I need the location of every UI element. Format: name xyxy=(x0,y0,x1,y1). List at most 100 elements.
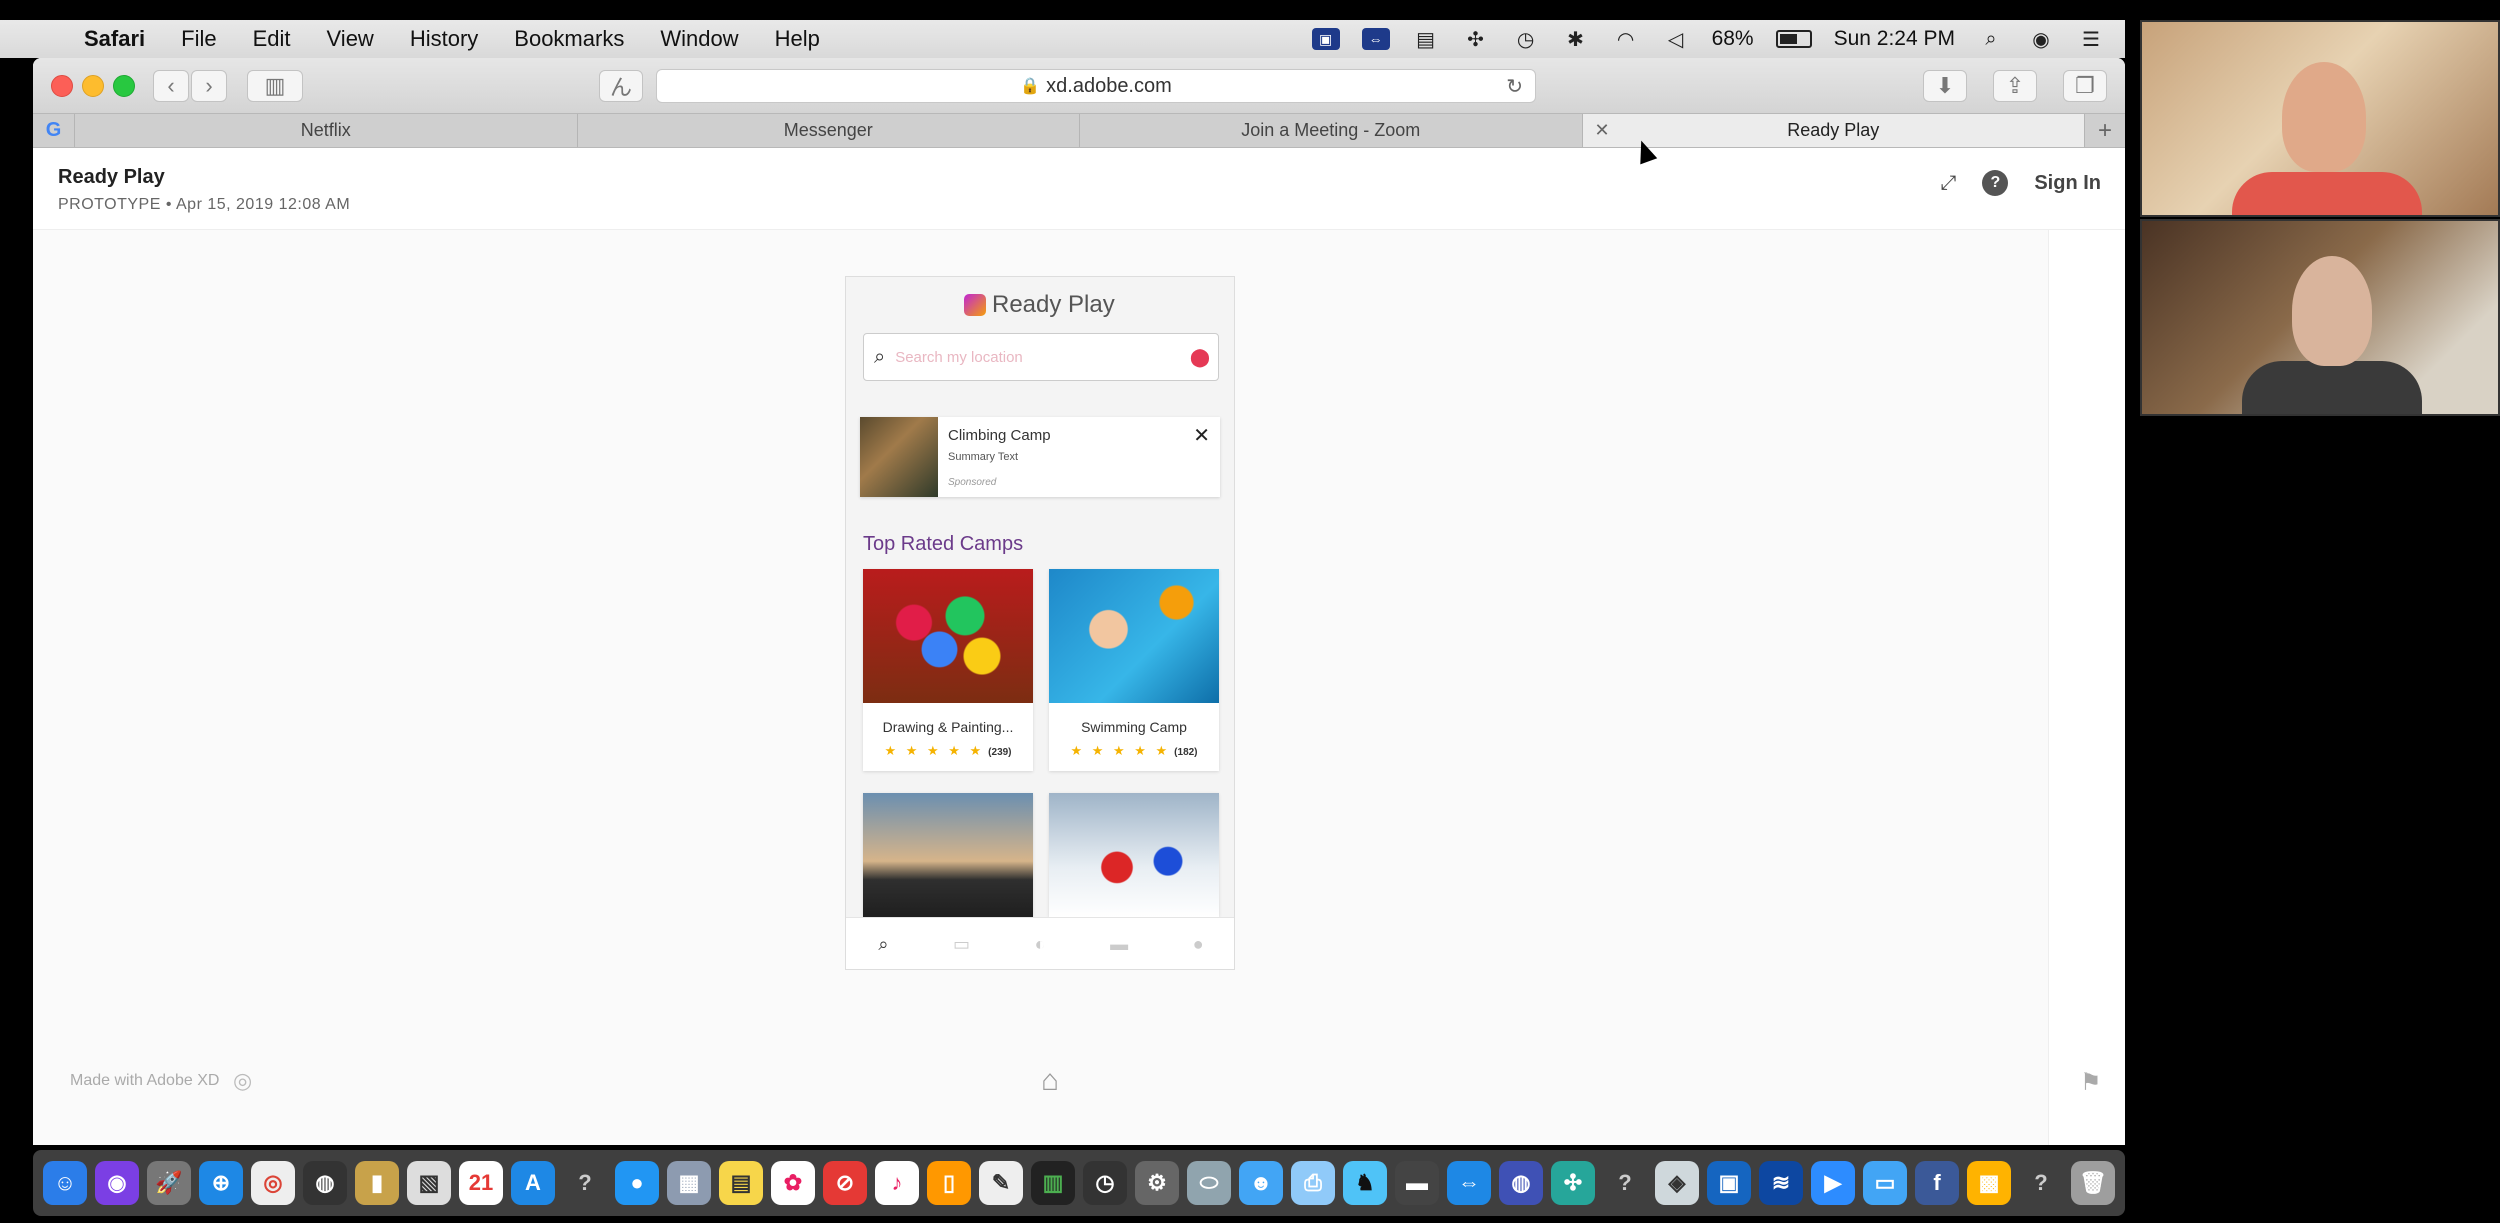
bluetooth-icon[interactable]: ✱ xyxy=(1562,28,1590,51)
battery-percent: 68% xyxy=(1711,27,1754,50)
books-icon[interactable]: ▯ xyxy=(927,1161,971,1205)
menu-bookmarks[interactable]: Bookmarks xyxy=(514,26,624,52)
comment-flag-icon[interactable]: ⚑ xyxy=(2080,1068,2102,1097)
teamviewer-dock-icon[interactable]: ⇔ xyxy=(1447,1161,1491,1205)
tabs-overview-icon[interactable]: ❐ xyxy=(2063,70,2107,102)
unknown-app-icon[interactable]: ? xyxy=(563,1161,607,1205)
back-button[interactable]: ‹ xyxy=(153,70,189,102)
menu-history[interactable]: History xyxy=(410,26,478,52)
home-icon[interactable]: ⌂ xyxy=(1041,1064,1059,1098)
menu-view[interactable]: View xyxy=(327,26,374,52)
fullscreen-icon[interactable]: ⤢ xyxy=(1940,172,1956,195)
sidebar-toggle-icon[interactable]: ▥ xyxy=(247,70,303,102)
menu-window[interactable]: Window xyxy=(660,26,738,52)
preview-photo-icon[interactable]: ▣ xyxy=(1707,1161,1751,1205)
printer-icon[interactable]: ⎙ xyxy=(1291,1161,1335,1205)
review-count: (182) xyxy=(1174,747,1198,758)
sponsored-card[interactable]: Climbing Camp Summary Text Sponsored ✕ xyxy=(860,417,1220,497)
kindle-icon[interactable]: ♞ xyxy=(1343,1161,1387,1205)
unknown-app-icon-2[interactable]: ? xyxy=(1603,1161,1647,1205)
nav-messages-icon[interactable]: ▬ xyxy=(1110,934,1128,955)
messages-icon[interactable]: ● xyxy=(615,1161,659,1205)
textedit-icon[interactable]: ✎ xyxy=(979,1161,1023,1205)
tab-ready-play[interactable]: ✕ Ready Play xyxy=(1582,114,2085,147)
chrome-icon[interactable]: ◎ xyxy=(251,1161,295,1205)
reload-icon[interactable]: ↻ xyxy=(1506,74,1523,99)
globe-icon[interactable]: ◍ xyxy=(1499,1161,1543,1205)
close-ad-icon[interactable]: ✕ xyxy=(1193,423,1210,448)
facebook-icon[interactable]: f xyxy=(1915,1161,1959,1205)
nav-profile-icon[interactable]: ● xyxy=(1193,934,1204,955)
grid-icon[interactable]: ✣ xyxy=(1462,28,1490,51)
volume-icon[interactable]: ◁ xyxy=(1662,28,1690,51)
zoom-dock-icon[interactable]: ▶ xyxy=(1811,1161,1855,1205)
unknown-app-icon-3[interactable]: ? xyxy=(2019,1161,2063,1205)
camp-card-drawing[interactable]: Drawing & Painting... ★ ★ ★ ★ ★ (239) xyxy=(863,569,1033,771)
extension-icon[interactable]: ん xyxy=(599,70,643,102)
nav-search-icon[interactable]: ⌕ xyxy=(878,934,888,955)
app-pinned-icon[interactable]: ≋ xyxy=(1759,1161,1803,1205)
zoom-status-icon[interactable]: ▣ xyxy=(1311,28,1340,50)
tab-messenger[interactable]: Messenger xyxy=(578,114,1080,147)
activity-icon[interactable]: ▬ xyxy=(1395,1161,1439,1205)
photos-icon[interactable]: ✿ xyxy=(771,1161,815,1205)
camp-card-swimming[interactable]: Swimming Camp ★ ★ ★ ★ ★ (182) xyxy=(1049,569,1219,771)
notes-book-icon[interactable]: ▮ xyxy=(355,1161,399,1205)
menu-edit[interactable]: Edit xyxy=(253,26,291,52)
maps-icon[interactable]: ◈ xyxy=(1655,1161,1699,1205)
launchpad-icon[interactable]: 🚀 xyxy=(147,1161,191,1205)
numbers-icon[interactable]: ▥ xyxy=(1031,1161,1075,1205)
menu-help[interactable]: Help xyxy=(775,26,820,52)
time-machine-dock-icon[interactable]: ◷ xyxy=(1083,1161,1127,1205)
spotlight-search-icon[interactable]: ⌕ xyxy=(1977,28,2005,50)
tab-google-pinned[interactable]: G xyxy=(33,114,75,147)
siri-icon[interactable]: ◉ xyxy=(2027,28,2055,51)
forward-button[interactable]: › xyxy=(191,70,227,102)
disk-utility-icon[interactable]: ⬭ xyxy=(1187,1161,1231,1205)
nav-calendar-icon[interactable]: ▭ xyxy=(953,934,970,955)
location-pin-icon[interactable]: ⬤ xyxy=(1190,347,1210,368)
teamviewer-icon[interactable]: ⇔ xyxy=(1361,28,1390,50)
preview-icon[interactable]: ▧ xyxy=(407,1161,451,1205)
menu-file[interactable]: File xyxy=(181,26,216,52)
notification-center-icon[interactable]: ☰ xyxy=(2077,28,2105,51)
sign-in-button[interactable]: Sign In xyxy=(2034,172,2101,195)
share-icon[interactable]: ⇪ xyxy=(1993,70,2037,102)
tab-zoom[interactable]: Join a Meeting - Zoom xyxy=(1080,114,1583,147)
close-window-button[interactable] xyxy=(51,75,73,97)
help-icon[interactable]: ? xyxy=(1982,170,2009,196)
new-tab-button[interactable]: + xyxy=(2085,114,2125,147)
time-machine-icon[interactable]: ◷ xyxy=(1512,28,1540,51)
zoom-window-button[interactable] xyxy=(113,75,135,97)
photos-browser-icon[interactable]: ▦ xyxy=(667,1161,711,1205)
dashboard-icon[interactable]: ◍ xyxy=(303,1161,347,1205)
downloads-icon[interactable]: ⬇ xyxy=(1923,70,1967,102)
news-icon[interactable]: ⊘ xyxy=(823,1161,867,1205)
safari-icon[interactable]: ⊕ xyxy=(199,1161,243,1205)
stickies-icon[interactable]: ▤ xyxy=(719,1161,763,1205)
screen-record-icon[interactable]: ▤ xyxy=(1412,28,1440,51)
wifi-icon[interactable]: ◠ xyxy=(1612,28,1640,51)
address-bar[interactable]: 🔒 xd.adobe.com ↻ xyxy=(656,69,1536,103)
archive-icon[interactable]: ▩ xyxy=(1967,1161,2011,1205)
camp-card-hockey[interactable] xyxy=(1049,793,1219,917)
system-preferences-icon[interactable]: ⚙ xyxy=(1135,1161,1179,1205)
minimize-window-button[interactable] xyxy=(82,75,104,97)
battery-icon[interactable] xyxy=(1775,30,1812,48)
menu-app-name[interactable]: Safari xyxy=(84,26,145,52)
siri-dock-icon[interactable]: ◉ xyxy=(95,1161,139,1205)
tab-netflix[interactable]: Netflix xyxy=(75,114,578,147)
music-icon[interactable]: ♪ xyxy=(875,1161,919,1205)
trash-icon[interactable]: 🗑 xyxy=(2071,1161,2115,1205)
location-search-input[interactable] xyxy=(895,348,1166,366)
camp-card-group[interactable] xyxy=(863,793,1033,917)
contacts-group-icon[interactable]: ☻ xyxy=(1239,1161,1283,1205)
finder-icon[interactable]: ☺ xyxy=(43,1161,87,1205)
network-icon[interactable]: ✣ xyxy=(1551,1161,1595,1205)
nav-explore-icon[interactable]: ◐ xyxy=(1035,934,1046,955)
close-tab-icon[interactable]: ✕ xyxy=(1595,120,1610,141)
folder-icon[interactable]: ▭ xyxy=(1863,1161,1907,1205)
clock[interactable]: Sun 2:24 PM xyxy=(1834,27,1955,51)
calendar-icon[interactable]: 21 xyxy=(459,1161,503,1205)
app-store-icon[interactable]: A xyxy=(511,1161,555,1205)
